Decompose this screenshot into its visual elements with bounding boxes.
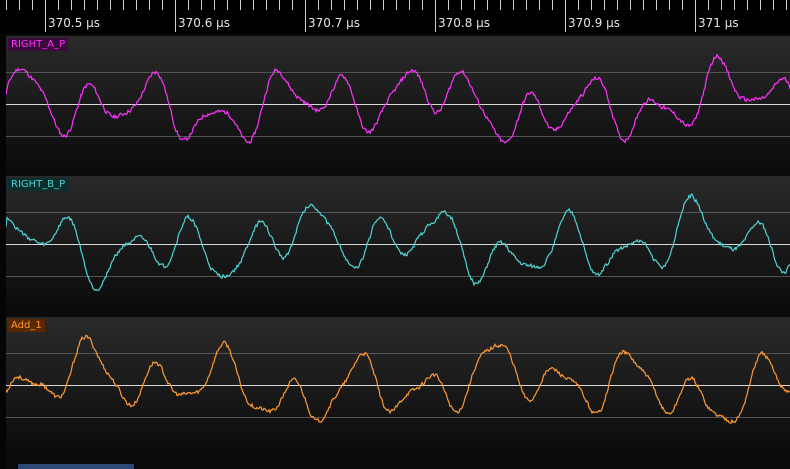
channel-panel-right-b-p[interactable]: RIGHT_B_P bbox=[6, 176, 790, 308]
channel-name[interactable]: RIGHT_B_P bbox=[8, 178, 69, 191]
ruler-label: 370.8 µs bbox=[438, 16, 491, 30]
channel-panel-add-1[interactable]: Add_1 bbox=[6, 317, 790, 449]
time-ruler[interactable]: 370.5 µs 370.6 µs 370.7 µs 370.8 µs 370.… bbox=[0, 0, 790, 34]
waveform-path bbox=[6, 53, 790, 145]
ruler-label: 370.9 µs bbox=[568, 16, 621, 30]
ruler-label: 371 µs bbox=[698, 16, 739, 30]
channel-name[interactable]: RIGHT_A_P bbox=[8, 38, 69, 51]
channel-panel-right-a-p[interactable]: RIGHT_A_P bbox=[6, 36, 790, 168]
horizontal-scrollbar-thumb[interactable] bbox=[18, 464, 134, 469]
ruler-label: 370.7 µs bbox=[308, 16, 361, 30]
channel-name[interactable]: Add_1 bbox=[8, 319, 45, 332]
waveform-trace bbox=[6, 334, 790, 424]
waveform-trace bbox=[6, 53, 790, 145]
ruler-ticks bbox=[6, 0, 787, 32]
ruler-label: 370.6 µs bbox=[178, 16, 231, 30]
waveform-path bbox=[6, 334, 790, 424]
waveform-trace bbox=[6, 193, 790, 292]
ruler-label: 370.5 µs bbox=[48, 16, 101, 30]
